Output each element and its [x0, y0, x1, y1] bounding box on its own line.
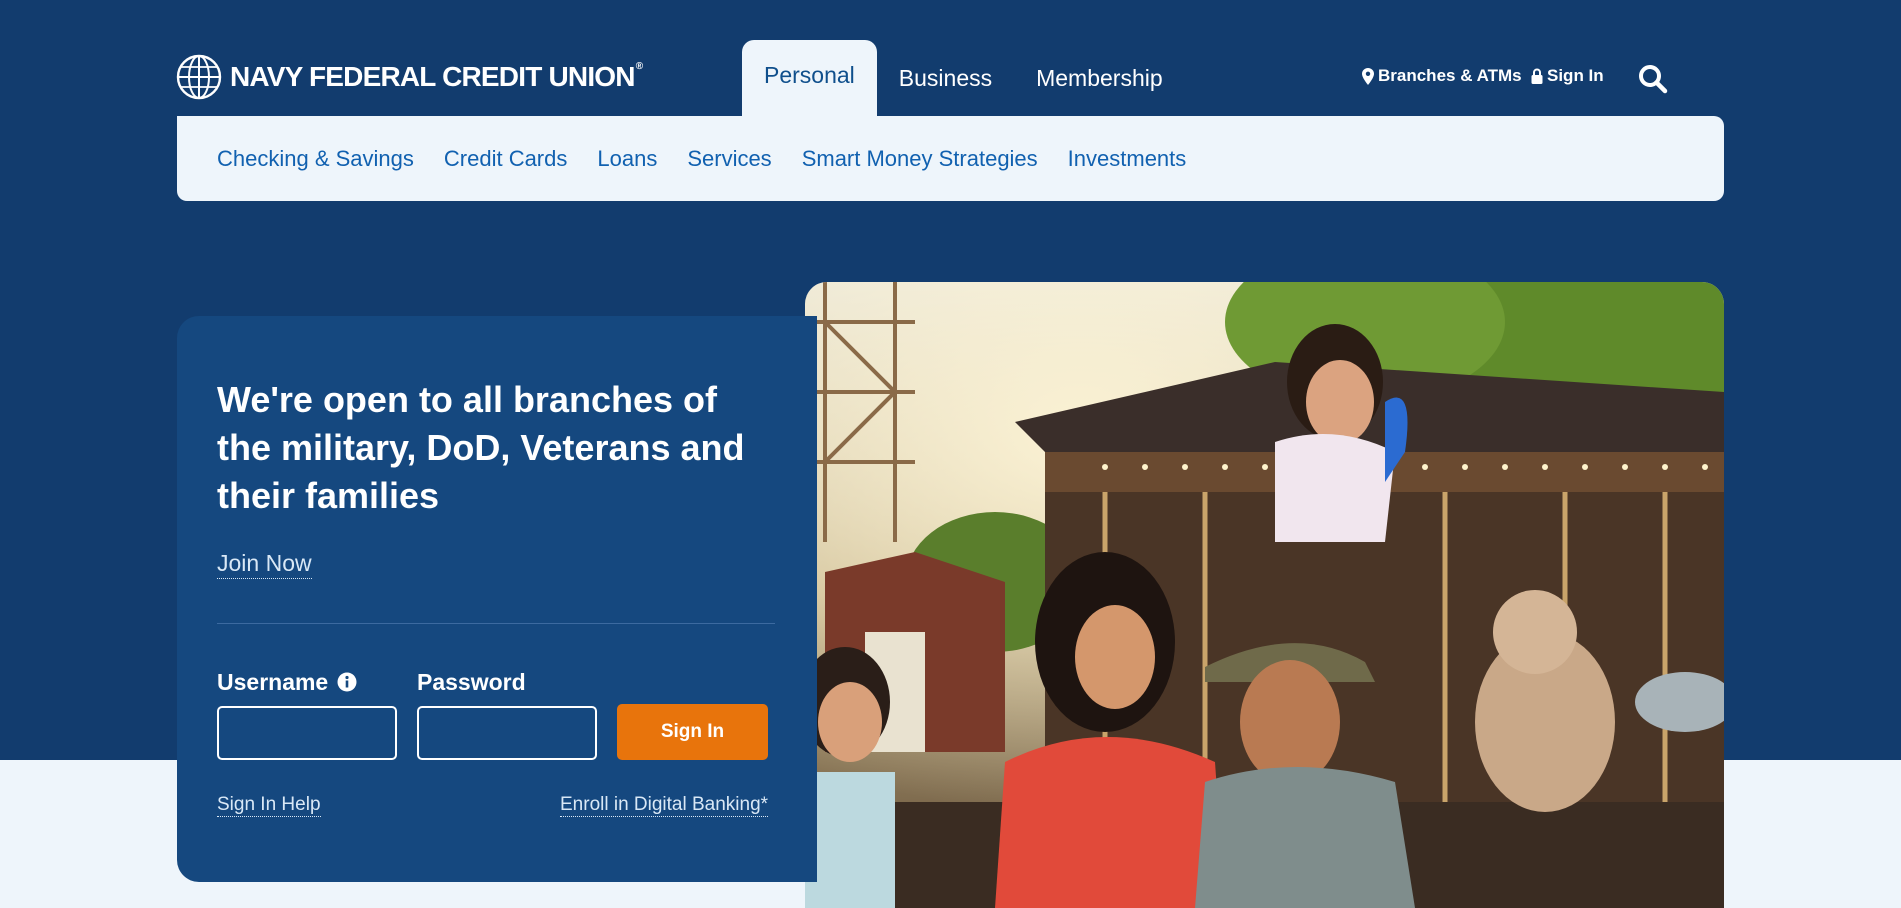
top-tab-bar: Personal Business Membership [742, 40, 1185, 116]
header-sign-in-link[interactable]: Sign In [1531, 66, 1604, 86]
sign-in-button[interactable]: Sign In [617, 704, 768, 760]
subnav-loans[interactable]: Loans [597, 146, 657, 172]
branches-atms-label: Branches & ATMs [1378, 66, 1522, 85]
join-now-link[interactable]: Join Now [217, 550, 312, 579]
subnav-checking-savings[interactable]: Checking & Savings [217, 146, 414, 172]
subnav-credit-cards[interactable]: Credit Cards [444, 146, 567, 172]
globe-icon [176, 54, 222, 100]
brand-name: NAVY FEDERAL CREDIT UNION® [230, 61, 643, 92]
tab-membership[interactable]: Membership [1014, 40, 1185, 116]
password-input[interactable] [417, 706, 597, 760]
search-icon [1639, 65, 1668, 94]
subnav-smart-money-strategies[interactable]: Smart Money Strategies [802, 146, 1038, 172]
hero-headline: We're open to all branches of the milita… [217, 379, 745, 516]
map-pin-icon [1362, 67, 1374, 85]
tab-personal[interactable]: Personal [742, 40, 877, 116]
hero-family-photo [805, 282, 1724, 908]
enroll-digital-banking-link[interactable]: Enroll in Digital Banking* [560, 794, 769, 817]
brand-logo[interactable]: NAVY FEDERAL CREDIT UNION® [176, 54, 643, 100]
password-label: Password [417, 669, 526, 695]
lock-icon [1531, 68, 1543, 84]
username-input[interactable] [217, 706, 397, 760]
header-sign-in-label: Sign In [1547, 66, 1604, 85]
branches-atms-link[interactable]: Branches & ATMs [1362, 66, 1522, 86]
subnav-investments[interactable]: Investments [1068, 146, 1187, 172]
card-divider [217, 623, 775, 624]
join-signin-card: We're open to all branches of the milita… [177, 316, 817, 882]
info-icon[interactable] [337, 672, 357, 697]
search-button[interactable] [1638, 64, 1668, 99]
sub-navigation: Checking & Savings Credit Cards Loans Se… [177, 116, 1724, 201]
subnav-services[interactable]: Services [687, 146, 771, 172]
sign-in-help-link[interactable]: Sign In Help [217, 794, 321, 817]
username-label: Username [217, 669, 329, 695]
tab-business[interactable]: Business [877, 40, 1014, 116]
